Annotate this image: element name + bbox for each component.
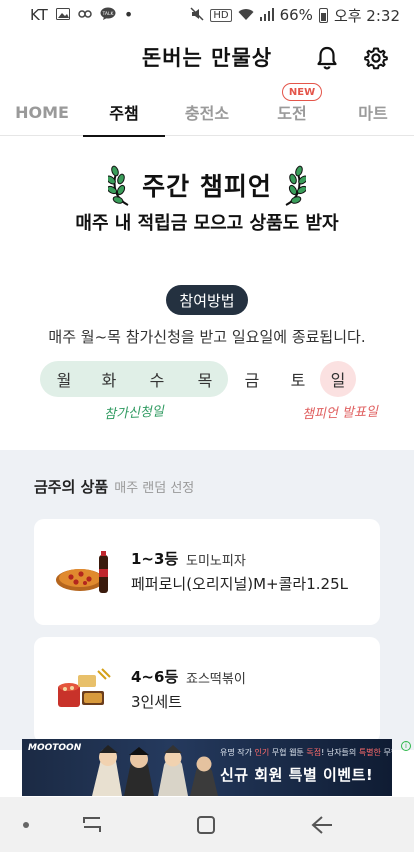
prize-description: 페퍼로니(오리지널)M+콜라1.25L bbox=[131, 575, 348, 593]
ad-info-icon[interactable]: i bbox=[401, 741, 411, 751]
kakaotalk-notification-icon: TALK bbox=[100, 7, 116, 23]
app-title: 돈버는 만물상 bbox=[141, 46, 273, 70]
tab-home[interactable]: HOME bbox=[10, 88, 74, 136]
nav-dot-icon[interactable] bbox=[12, 811, 40, 839]
battery-icon bbox=[318, 7, 328, 23]
day-wed: 수 bbox=[149, 371, 165, 390]
prize-rank: 1~3등 bbox=[131, 550, 179, 568]
ad-banner[interactable]: MOOTOON 유명 작가 인기 무협 웹툰 독점! 남자들의 특별한 무협 공… bbox=[22, 739, 392, 796]
weekday-schedule: 월 화 수 목 금 토 일 bbox=[40, 361, 374, 397]
mute-icon bbox=[190, 7, 204, 23]
prize-rank: 4~6등 bbox=[131, 668, 179, 686]
wifi-icon bbox=[238, 8, 254, 23]
prize-card[interactable]: 4~6등 죠스떡볶이 3인세트 bbox=[34, 637, 380, 743]
ad-illustration-image bbox=[92, 745, 218, 796]
day-tue: 화 bbox=[101, 371, 117, 390]
ad-logo: MOOTOON bbox=[28, 743, 82, 753]
app-header: 돈버는 만물상 bbox=[0, 34, 414, 82]
tab-mart[interactable]: 마트 bbox=[345, 88, 401, 136]
more-notifications-icon: • bbox=[123, 5, 134, 24]
howto-label: 참여방법 bbox=[166, 285, 248, 315]
left-laurel-icon bbox=[108, 165, 129, 206]
hero-title: 주간 챔피언 bbox=[142, 172, 272, 201]
tab-weekly-champion[interactable]: 주챔 bbox=[83, 88, 165, 137]
prizes-note: 매주 랜덤 선정 bbox=[114, 481, 195, 496]
recent-apps-icon[interactable] bbox=[78, 811, 106, 839]
ad-headline: 신규 회원 특별 이벤트! bbox=[220, 766, 374, 784]
day-sat: 토 bbox=[290, 371, 306, 390]
prize-brand: 도미노피자 bbox=[186, 554, 246, 569]
new-badge: NEW bbox=[282, 83, 322, 101]
battery-percent: 66% bbox=[279, 6, 313, 24]
howto-description: 매주 월~목 참가신청을 받고 일요일에 종료됩니다. bbox=[48, 328, 366, 346]
signal-icon bbox=[259, 7, 274, 23]
announce-day-note: 챔피언 발표일 bbox=[301, 404, 379, 423]
day-fri: 금 bbox=[244, 371, 260, 390]
hero-subtitle: 매주 내 적립금 모으고 상품도 받자 bbox=[75, 213, 339, 234]
ad-tagline: 유명 작가 인기 무협 웹툰 독점! 남자들의 특별한 무협 공간 bbox=[220, 748, 392, 757]
pizza-cola-image bbox=[56, 551, 108, 593]
carrier-label: KT bbox=[30, 6, 48, 24]
hd-icon: HD bbox=[210, 8, 232, 22]
settings-gear-icon[interactable] bbox=[362, 44, 390, 72]
link-notification-icon bbox=[78, 8, 92, 22]
prize-brand: 죠스떡볶이 bbox=[186, 672, 246, 687]
main-tabs: HOME 주챔 충전소 도전 마트 bbox=[0, 88, 414, 137]
prizes-title: 금주의 상품 bbox=[34, 478, 109, 496]
home-icon[interactable] bbox=[192, 811, 220, 839]
back-icon[interactable] bbox=[308, 811, 336, 839]
right-laurel-icon bbox=[285, 165, 306, 206]
prize-description: 3인세트 bbox=[131, 693, 182, 711]
weekly-prizes-section: 금주의 상품 매주 랜덤 선정 1~3등 도미노피자 페퍼로니(오리지널)M+콜… bbox=[0, 450, 414, 750]
day-thu: 목 bbox=[197, 371, 213, 390]
champion-hero: 주간 챔피언 매주 내 적립금 모으고 상품도 받자 참여방법 매주 월~목 참… bbox=[0, 137, 414, 450]
tteokbokki-set-image bbox=[58, 668, 111, 707]
notification-bell-icon[interactable] bbox=[313, 44, 341, 72]
status-bar: KT TALK • HD 66% 오후 2:32 bbox=[0, 0, 414, 30]
talk-text: TALK bbox=[101, 11, 114, 17]
gallery-notification-icon bbox=[55, 8, 70, 22]
clock: 오후 2:32 bbox=[333, 6, 400, 25]
system-nav-bar bbox=[0, 797, 414, 852]
tab-charging-station[interactable]: 충전소 bbox=[172, 88, 242, 136]
day-mon: 월 bbox=[56, 371, 72, 390]
signup-days-note: 참가신청일 bbox=[103, 404, 165, 423]
prize-card[interactable]: 1~3등 도미노피자 페퍼로니(오리지널)M+콜라1.25L bbox=[34, 519, 380, 625]
day-sun: 일 bbox=[330, 371, 346, 390]
